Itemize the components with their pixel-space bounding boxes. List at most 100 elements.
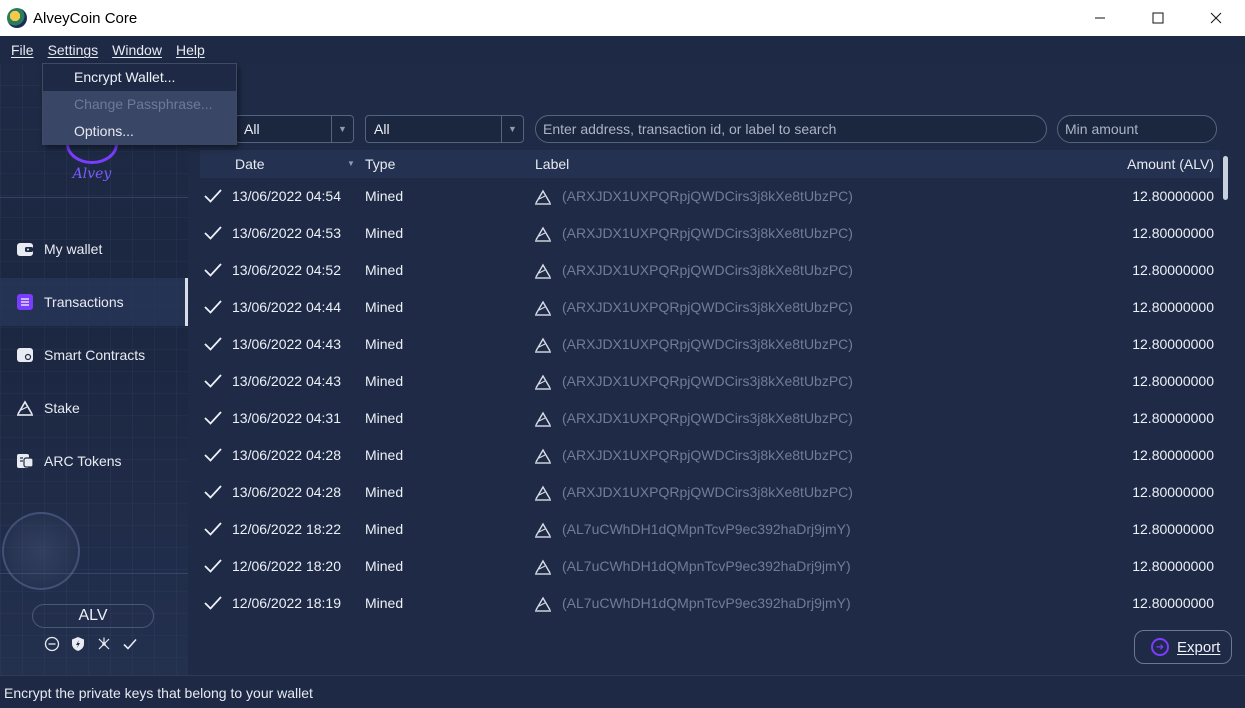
cell-date: 12/06/2022 18:20: [232, 558, 341, 574]
cell-type: Mined: [365, 373, 404, 389]
table-row[interactable]: 12/06/2022 18:20 Mined (AL7uCWhDH1dQMpnTcv…: [200, 548, 1220, 585]
sidebar-item-label: Transactions: [44, 294, 124, 310]
mined-icon: [534, 299, 552, 317]
synced-check-icon[interactable]: [122, 636, 138, 652]
confirmed-check-icon: [203, 483, 223, 501]
cell-amount: 12.80000000: [1132, 188, 1214, 204]
cell-date: 13/06/2022 04:43: [232, 373, 341, 389]
mined-icon: [534, 484, 552, 502]
export-icon: ➜: [1151, 638, 1169, 656]
cell-type: Mined: [365, 336, 404, 352]
table-row[interactable]: 12/06/2022 18:22 Mined (AL7uCWhDH1dQMpnTcv…: [200, 511, 1220, 548]
close-button[interactable]: [1187, 0, 1245, 36]
cell-amount: 12.80000000: [1132, 225, 1214, 241]
hd-wallet-icon[interactable]: [44, 636, 60, 652]
confirmed-check-icon: [203, 224, 223, 242]
status-icons: [44, 636, 138, 652]
column-header-label[interactable]: Label: [535, 150, 569, 178]
confirmed-check-icon: [203, 594, 223, 612]
sidebar-item-smart-contracts[interactable]: Smart Contracts: [0, 331, 188, 379]
chevron-down-icon: ▼: [331, 116, 353, 142]
table-row[interactable]: 13/06/2022 04:53 Mined (ARXJDX1UXPQRpjQWDC…: [200, 215, 1220, 252]
export-button[interactable]: ➜ Export: [1134, 630, 1232, 664]
close-icon: [1210, 12, 1222, 24]
table-row[interactable]: 12/06/2022 18:19 Mined (AL7uCWhDH1dQMpnTcv…: [200, 585, 1220, 622]
staking-icon[interactable]: [70, 636, 86, 652]
cell-date: 13/06/2022 04:44: [232, 299, 341, 315]
confirmed-check-icon: [203, 335, 223, 353]
chevron-down-icon: ▼: [501, 116, 523, 142]
cell-label: (ARXJDX1UXPQRpjQWDCirs3j8kXe8tUbzPC): [562, 336, 853, 352]
cell-type: Mined: [365, 558, 404, 574]
cell-date: 13/06/2022 04:28: [232, 484, 341, 500]
cell-date: 13/06/2022 04:28: [232, 447, 341, 463]
cell-amount: 12.80000000: [1132, 373, 1214, 389]
sidebar-item-my-wallet[interactable]: My wallet: [0, 225, 188, 273]
scrollbar-thumb[interactable]: [1223, 156, 1228, 200]
menu-help[interactable]: Help: [169, 42, 212, 58]
cell-amount: 12.80000000: [1132, 521, 1214, 537]
date-filter-select[interactable]: All ▼: [235, 115, 354, 143]
cell-amount: 12.80000000: [1132, 410, 1214, 426]
sidebar-item-arc-tokens[interactable]: ARC Tokens: [0, 437, 188, 485]
tokens-icon: [14, 450, 36, 472]
cell-type: Mined: [365, 188, 404, 204]
vertical-scrollbar[interactable]: [1221, 150, 1231, 620]
cell-label: (ARXJDX1UXPQRpjQWDCirs3j8kXe8tUbzPC): [562, 262, 853, 278]
menu-item-label: Options...: [74, 123, 134, 139]
mascot-watermark: [2, 512, 80, 590]
sidebar-divider: [0, 197, 188, 198]
type-filter-value: All: [374, 121, 390, 137]
sidebar-item-stake[interactable]: Stake: [0, 384, 188, 432]
type-filter-select[interactable]: All ▼: [365, 115, 524, 143]
cell-amount: 12.80000000: [1132, 262, 1214, 278]
sidebar-item-transactions[interactable]: Transactions: [0, 278, 188, 326]
cell-date: 13/06/2022 04:54: [232, 188, 341, 204]
table-row[interactable]: 13/06/2022 04:31 Mined (ARXJDX1UXPQRpjQWDC…: [200, 400, 1220, 437]
mined-icon: [534, 410, 552, 428]
cell-type: Mined: [365, 299, 404, 315]
table-header: Date ▼ Type Label Amount (ALV): [200, 150, 1220, 178]
column-header-date[interactable]: Date: [235, 150, 265, 178]
cell-amount: 12.80000000: [1132, 558, 1214, 574]
menu-item-encrypt-wallet[interactable]: Encrypt Wallet...: [43, 64, 236, 91]
table-row[interactable]: 13/06/2022 04:43 Mined (ARXJDX1UXPQRpjQWDC…: [200, 326, 1220, 363]
minimize-button[interactable]: [1071, 0, 1129, 36]
cell-label: (AL7uCWhDH1dQMpnTcvP9ec392haDrj9jmY): [562, 521, 851, 537]
search-input[interactable]: [535, 115, 1047, 143]
transactions-page: All ▼ All ▼ Date ▼ Type Label Amount (AL…: [188, 64, 1245, 675]
cell-amount: 12.80000000: [1132, 336, 1214, 352]
table-row[interactable]: 13/06/2022 04:43 Mined (ARXJDX1UXPQRpjQWDC…: [200, 363, 1220, 400]
cell-label: (ARXJDX1UXPQRpjQWDCirs3j8kXe8tUbzPC): [562, 299, 853, 315]
confirmed-check-icon: [203, 298, 223, 316]
menu-item-options[interactable]: Options...: [43, 118, 236, 145]
mined-icon: [534, 595, 552, 613]
table-row[interactable]: 13/06/2022 04:54 Mined (ARXJDX1UXPQRpjQWDC…: [200, 178, 1220, 215]
cell-date: 13/06/2022 04:53: [232, 225, 341, 241]
menu-window[interactable]: Window: [105, 42, 169, 58]
cell-date: 12/06/2022 18:19: [232, 595, 341, 611]
cell-date: 13/06/2022 04:43: [232, 336, 341, 352]
menu-item-label: Encrypt Wallet...: [74, 69, 176, 85]
menu-settings[interactable]: Settings: [41, 42, 106, 58]
status-message: Encrypt the private keys that belong to …: [4, 685, 313, 701]
mined-icon: [534, 558, 552, 576]
transactions-table-body: 13/06/2022 04:54 Mined (ARXJDX1UXPQRpjQWDC…: [200, 178, 1220, 622]
confirmed-check-icon: [203, 446, 223, 464]
cell-type: Mined: [365, 262, 404, 278]
table-row[interactable]: 13/06/2022 04:28 Mined (ARXJDX1UXPQRpjQWDC…: [200, 437, 1220, 474]
table-row[interactable]: 13/06/2022 04:44 Mined (ARXJDX1UXPQRpjQWDC…: [200, 289, 1220, 326]
maximize-button[interactable]: [1129, 0, 1187, 36]
status-bar: Encrypt the private keys that belong to …: [0, 675, 1245, 708]
cell-type: Mined: [365, 484, 404, 500]
menu-file[interactable]: File: [4, 42, 41, 58]
stake-icon: [14, 397, 36, 419]
table-row[interactable]: 13/06/2022 04:52 Mined (ARXJDX1UXPQRpjQWDC…: [200, 252, 1220, 289]
cell-type: Mined: [365, 447, 404, 463]
min-amount-input[interactable]: [1057, 115, 1217, 143]
network-icon[interactable]: [96, 636, 112, 652]
column-header-type[interactable]: Type: [365, 150, 395, 178]
column-header-amount[interactable]: Amount (ALV): [1127, 150, 1214, 178]
cell-date: 13/06/2022 04:31: [232, 410, 341, 426]
table-row[interactable]: 13/06/2022 04:28 Mined (ARXJDX1UXPQRpjQWDC…: [200, 474, 1220, 511]
